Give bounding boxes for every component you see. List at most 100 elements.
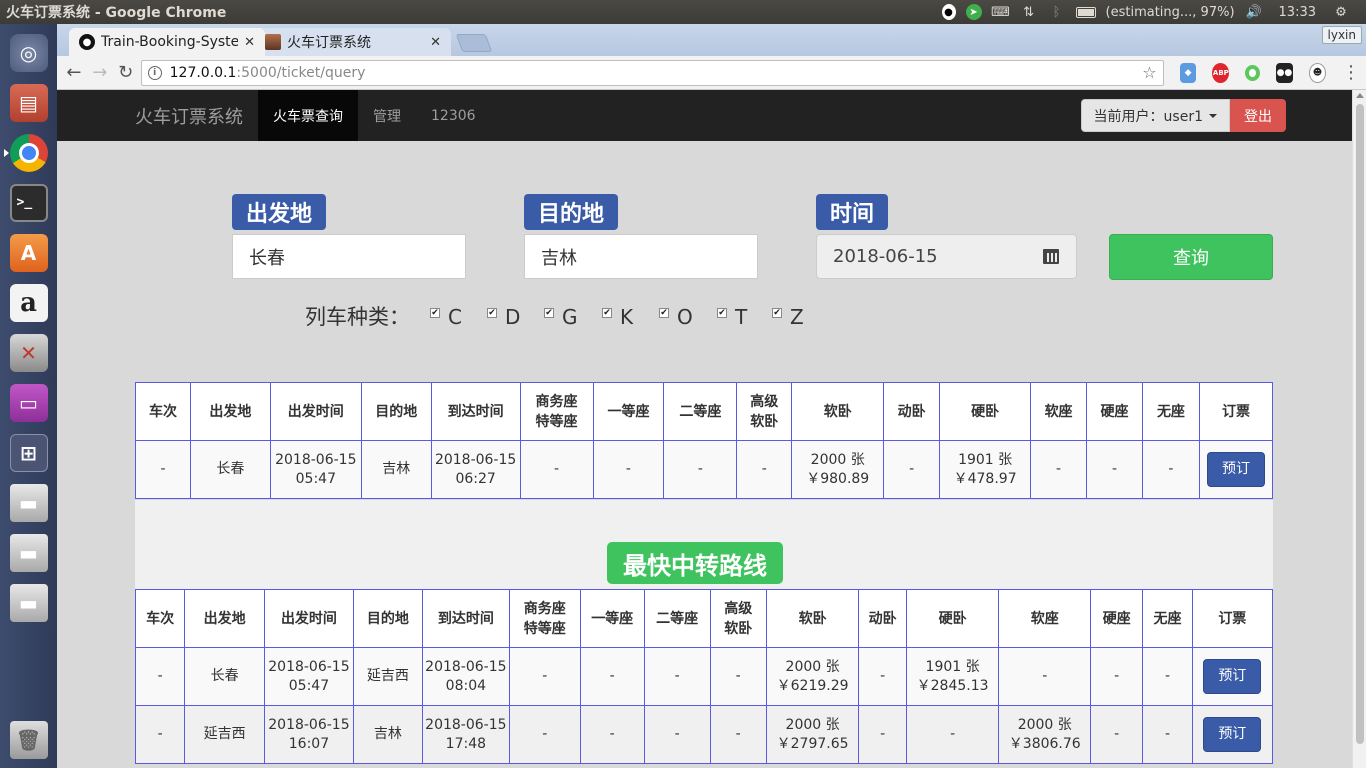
battery-icon[interactable] [1075, 6, 1096, 18]
forward-arrow-icon[interactable]: → [89, 60, 111, 86]
train-type-t-checkbox[interactable]: ✔ T [717, 305, 747, 329]
info-icon[interactable]: i [147, 65, 162, 80]
table-cell: - [1141, 440, 1200, 499]
workspace-icon: ⊞ [9, 433, 48, 472]
network-icon[interactable]: ⇅ [1020, 4, 1038, 20]
power-gear-icon[interactable]: ⚙ [1332, 4, 1350, 20]
bookmark-star-icon[interactable]: ☆ [1142, 63, 1156, 82]
column-header: 到达时间 [430, 382, 521, 441]
table-cell: 延吉西 [184, 705, 265, 764]
drive-icon: ▬ [9, 533, 48, 572]
launcher-amazon[interactable]: a [7, 280, 51, 325]
ghostery-icon[interactable]: ☻ [1308, 62, 1326, 83]
tampermonkey-icon[interactable]: ●● [1276, 62, 1293, 83]
launcher-chrome[interactable] [3, 130, 51, 175]
bluetooth-icon[interactable]: ᛒ [1048, 4, 1066, 20]
from-input[interactable]: 长春 [232, 234, 466, 279]
volume-icon[interactable]: 🔊 [1245, 4, 1263, 20]
query-button[interactable]: 查询 [1109, 234, 1273, 280]
train-type-d-checkbox[interactable]: ✔ D [487, 305, 520, 329]
clock[interactable]: 13:33 [1279, 5, 1316, 20]
table-cell: - [736, 440, 793, 499]
trash-icon: 🗑 [9, 720, 48, 759]
checkbox-checked-icon: ✔ [772, 308, 782, 318]
extension-circle-icon[interactable] [1245, 64, 1261, 81]
column-header: 到达时间 [421, 589, 510, 648]
launcher-drive-3[interactable]: ▬ [7, 580, 51, 625]
battery-status[interactable]: (estimating..., 97%) [1106, 5, 1235, 20]
from-label: 出发地 [232, 194, 327, 230]
checkbox-checked-icon: ✔ [487, 308, 497, 318]
tab-github[interactable]: ● Train-Booking-Syste ✕ [69, 28, 265, 56]
launcher-dash[interactable]: ◎ [7, 30, 51, 75]
table-row: - 长春 2018-06-15 05:47 吉林 2018-06-15 06:27- - - -2… [135, 440, 1274, 499]
date-input[interactable]: 2018-06-15 [816, 234, 1026, 279]
menu-icon[interactable]: ⋮ [1342, 62, 1360, 83]
back-arrow-icon[interactable]: ← [63, 60, 85, 86]
keyboard-icon[interactable]: ⌨ [991, 4, 1010, 20]
indicator-area: ● ➤ ⌨ ⇅ ᛒ (estimating..., 97%) 🔊 13:33 ⚙ [941, 4, 1366, 20]
table-cell: - [579, 705, 645, 764]
reload-icon[interactable]: ↻ [115, 60, 137, 86]
site-brand[interactable]: 火车订票系统 [120, 90, 258, 141]
amazon-icon: a [9, 283, 48, 322]
launcher-files[interactable]: ▤ [7, 80, 51, 125]
launcher-drive-2[interactable]: ▬ [7, 530, 51, 575]
extension-shield-icon[interactable]: ◆ [1179, 62, 1197, 83]
telegram-icon[interactable]: ➤ [965, 4, 982, 20]
url-host: 127.0.0.1 [169, 64, 237, 81]
new-tab-button[interactable] [455, 34, 493, 52]
address-bar[interactable]: i 127.0.0.1:5000/ticket/query ☆ [140, 59, 1164, 86]
nav-admin[interactable]: 管理 [358, 90, 416, 141]
book-button[interactable]: 预订 [1203, 659, 1262, 694]
book-button[interactable]: 预订 [1206, 452, 1265, 487]
book-cell: 预订 [1198, 440, 1274, 499]
train-type-z-checkbox[interactable]: ✔ Z [772, 305, 804, 329]
page-scrollbar[interactable] [1352, 90, 1366, 768]
launcher-settings[interactable]: ✕ [7, 330, 51, 375]
train-type-k-checkbox[interactable]: ✔ K [602, 305, 633, 329]
column-header: 硬卧 [905, 589, 1000, 648]
launcher-drive-1[interactable]: ▬ [7, 480, 51, 525]
date-picker-button[interactable] [1025, 234, 1077, 279]
launcher-app[interactable]: ▭ [7, 380, 51, 425]
table-cell: - [643, 705, 711, 764]
to-input[interactable]: 吉林 [524, 234, 758, 279]
adblock-icon[interactable]: ABP [1212, 62, 1230, 83]
checkbox-checked-icon: ✔ [544, 308, 554, 318]
table-cell: 长春 [189, 440, 271, 499]
train-type-g-label: G [562, 305, 578, 329]
logout-button[interactable]: 登出 [1230, 99, 1286, 132]
nav-ticket-query[interactable]: 火车票查询 [258, 90, 358, 141]
close-icon[interactable]: ✕ [430, 35, 441, 50]
train-type-c-checkbox[interactable]: ✔ C [430, 305, 462, 329]
nav-12306[interactable]: 12306 [416, 90, 491, 141]
running-indicator [3, 148, 9, 157]
github-icon: ● [79, 34, 95, 50]
scrollbar-thumb[interactable] [1356, 104, 1364, 744]
to-label: 目的地 [524, 194, 619, 230]
table-cell: - [508, 647, 581, 706]
profile-button[interactable]: lyxin [1321, 26, 1362, 44]
close-icon[interactable]: ✕ [244, 35, 255, 50]
book-button[interactable]: 预订 [1203, 717, 1262, 752]
table-header-row: 车次 出发地 出发时间 目的地 到达时间 商务座 特等座 一等座 二等座 高级 软卧 软卧 动卧 硬卧 软座… [135, 382, 1274, 441]
launcher-terminal[interactable]: >_ [7, 180, 51, 225]
table-cell: - [905, 705, 1000, 764]
tab-booking[interactable]: 火车订票系统 ✕ [255, 28, 451, 56]
scroll-up-arrow-icon[interactable] [1356, 93, 1364, 98]
current-user-dropdown[interactable]: 当前用户：user1 [1080, 99, 1230, 132]
launcher-workspace-switcher[interactable]: ⊞ [7, 430, 51, 475]
launcher-software-center[interactable]: A [7, 230, 51, 275]
train-type-c-label: C [448, 305, 462, 329]
qq-icon[interactable]: ● [941, 4, 956, 20]
table-cell: - [1090, 705, 1144, 764]
train-type-g-checkbox[interactable]: ✔ G [544, 305, 578, 329]
table-cell: - [709, 647, 767, 706]
train-type-o-checkbox[interactable]: ✔ O [659, 305, 693, 329]
book-cell: 预订 [1191, 705, 1274, 764]
launcher-trash[interactable]: 🗑 [7, 717, 51, 762]
checkbox-checked-icon: ✔ [602, 308, 612, 318]
browser-toolbar: ← → ↻ i 127.0.0.1:5000/ticket/query ☆ ◆ … [57, 56, 1366, 90]
date-label: 时间 [816, 194, 889, 230]
